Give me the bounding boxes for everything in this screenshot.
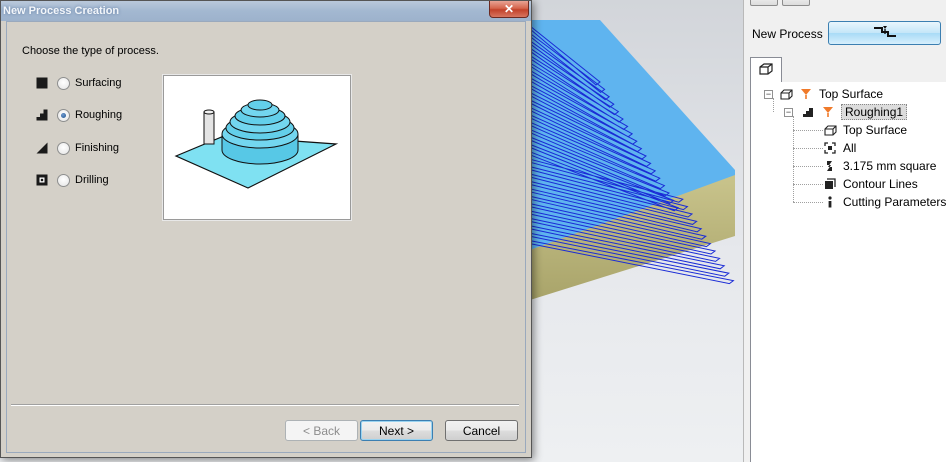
stock-box-icon [823,123,837,137]
dialog-titlebar[interactable]: New Process Creation ✕ [1,1,531,21]
tree-item-process[interactable]: Roughing1 [801,103,908,121]
tree-item-label: All [843,141,857,155]
tree-item-boundary[interactable]: All [823,139,856,157]
tree-item-label: Roughing1 [841,104,908,120]
new-process-label: New Process [752,27,823,41]
next-button[interactable]: Next > [360,420,433,441]
close-button[interactable]: ✕ [489,1,529,18]
new-process-dialog: New Process Creation ✕ Choose the type o… [0,0,532,458]
tree-item-label: Top Surface [819,87,884,101]
drilling-icon [35,173,49,187]
option-roughing[interactable]: Roughing [35,107,122,123]
process-marker-icon [799,87,813,101]
dialog-prompt: Choose the type of process. [22,45,159,57]
new-process-icon [872,25,898,42]
tree-item-stock[interactable]: Top Surface [823,121,907,139]
dialog-title: New Process Creation [3,5,120,17]
surfacing-icon [35,76,49,90]
option-drilling[interactable]: Drilling [35,172,109,188]
parameters-icon [823,195,837,209]
tree-item-label: Top Surface [843,123,908,137]
dialog-separator [11,404,519,406]
option-label: Surfacing [75,77,122,89]
roughing-radio[interactable] [57,108,70,122]
process-marker-icon [821,105,835,119]
cancel-button[interactable]: Cancel [445,420,518,441]
surfacing-radio[interactable] [57,76,70,90]
option-surfacing[interactable]: Surfacing [35,75,121,91]
tab-model-tree[interactable] [750,57,782,83]
finishing-radio[interactable] [57,141,70,155]
option-label: Finishing [75,142,120,154]
process-side-panel: New Process − Top Surface − Roughing1 To… [743,0,946,462]
tree-item-root[interactable]: Top Surface [779,85,883,103]
tree-collapse-process[interactable]: − [784,108,793,117]
panel-toolbar-button-2[interactable] [782,0,810,6]
tree-item-strategy[interactable]: Contour Lines [823,175,918,193]
stock-box-icon [779,87,793,101]
roughing-icon [801,105,815,119]
tool-icon [823,159,837,173]
back-button[interactable]: < Back [285,420,358,441]
tree-tab-strip [750,57,946,83]
boundary-icon [823,141,837,155]
finishing-icon [35,141,49,155]
option-label: Drilling [75,174,109,186]
option-finishing[interactable]: Finishing [35,140,119,156]
roughing-icon [35,108,49,122]
tree-collapse-root[interactable]: − [764,90,773,99]
tree-item-label: Contour Lines [843,177,918,191]
stock-box-icon [759,63,773,78]
option-label: Roughing [75,109,123,121]
panel-toolbar-button-1[interactable] [750,0,778,6]
tree-item-label: 3.175 mm square [843,159,937,173]
process-tree[interactable]: − Top Surface − Roughing1 Top Surface Al… [750,82,946,462]
drilling-radio[interactable] [57,173,70,187]
process-preview-image [163,75,351,220]
new-process-button[interactable] [828,21,941,45]
strategy-icon [823,177,837,191]
close-icon: ✕ [503,2,515,16]
tree-item-tool[interactable]: 3.175 mm square [823,157,936,175]
tree-item-parameters[interactable]: Cutting Parameters [823,193,946,211]
tree-item-label: Cutting Parameters [843,195,946,209]
